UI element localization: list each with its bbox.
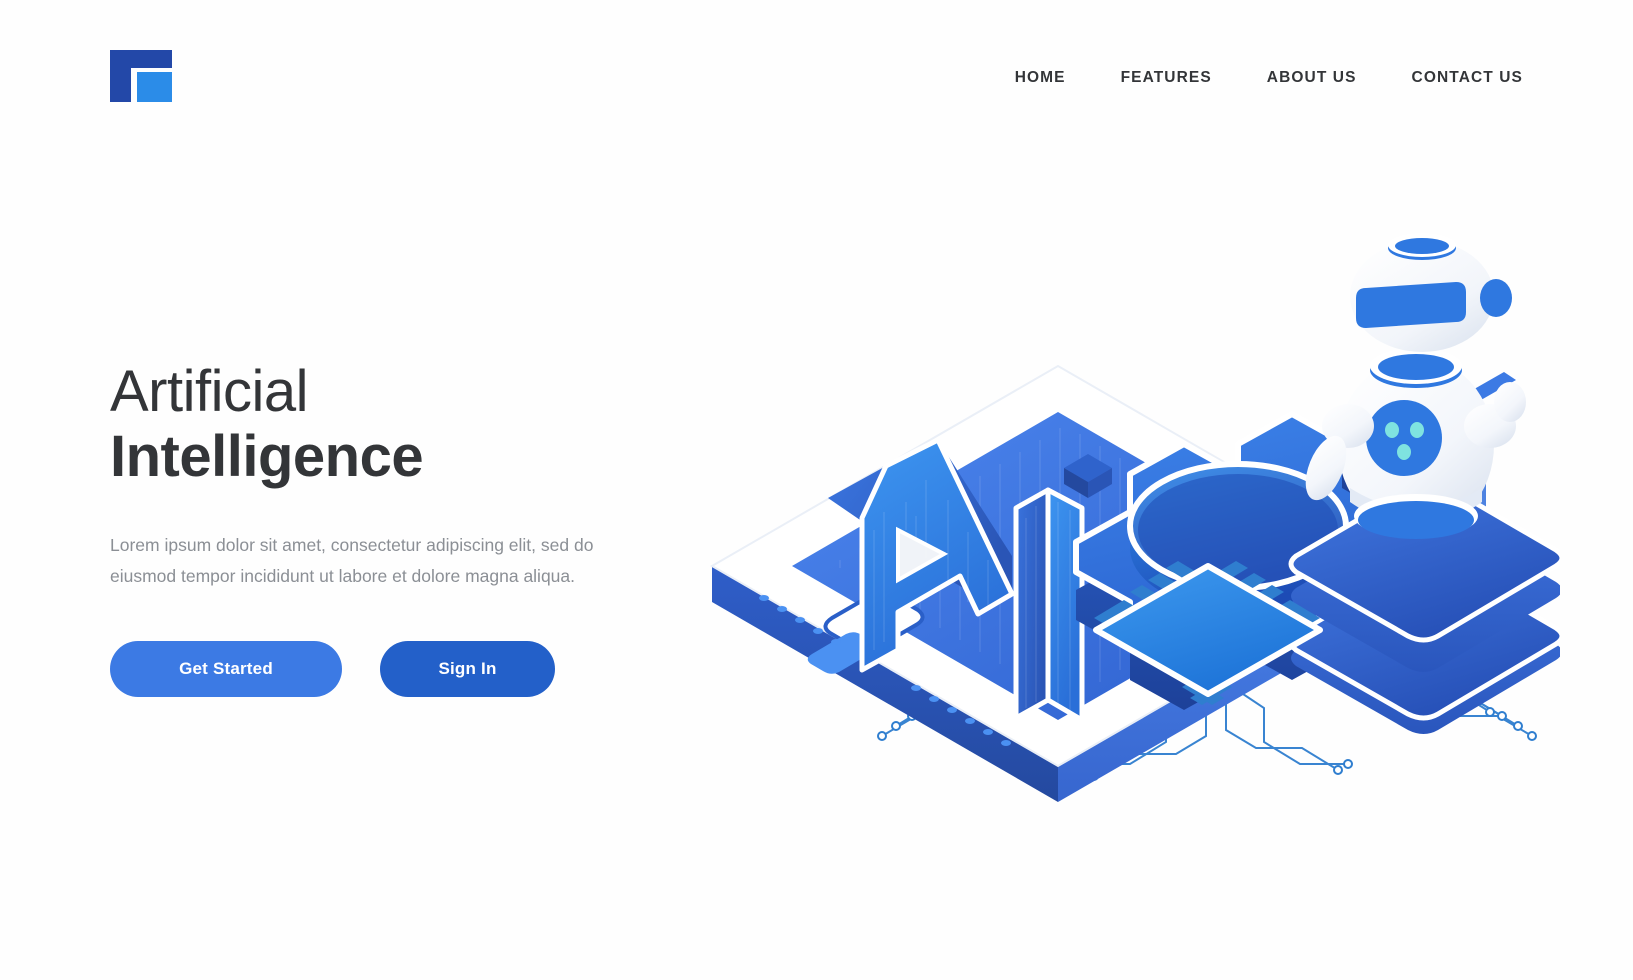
main-navigation: HOME FEATURES ABOUT US CONTACT US (1015, 69, 1523, 87)
nav-item-contact-us[interactable]: CONTACT US (1412, 69, 1523, 87)
nav-item-about-us[interactable]: ABOUT US (1267, 69, 1357, 87)
nav-item-features[interactable]: FEATURES (1121, 69, 1212, 87)
hero-paragraph: Lorem ipsum dolor sit amet, consectetur … (110, 534, 594, 586)
site-header: HOME FEATURES ABOUT US CONTACT US (0, 0, 1633, 160)
landing-page: HOME FEATURES ABOUT US CONTACT US Artifi… (0, 0, 1633, 980)
logo-inner-square (137, 72, 172, 102)
sign-in-button[interactable]: Sign In (380, 641, 555, 698)
get-started-button[interactable]: Get Started (110, 641, 342, 698)
headline-line-1: Artificial (110, 359, 309, 424)
page-title: Artificial Intelligence (110, 359, 750, 490)
hero-content: Artificial Intelligence Lorem ipsum dolo… (110, 359, 750, 698)
brand-logo-icon[interactable] (110, 50, 172, 102)
nav-item-home[interactable]: HOME (1015, 69, 1066, 87)
hero-button-row: Get Started Sign In (110, 641, 750, 698)
hero-illustration (660, 230, 1560, 890)
headline-line-2: Intelligence (110, 423, 424, 489)
logo-left-bar (110, 50, 131, 102)
